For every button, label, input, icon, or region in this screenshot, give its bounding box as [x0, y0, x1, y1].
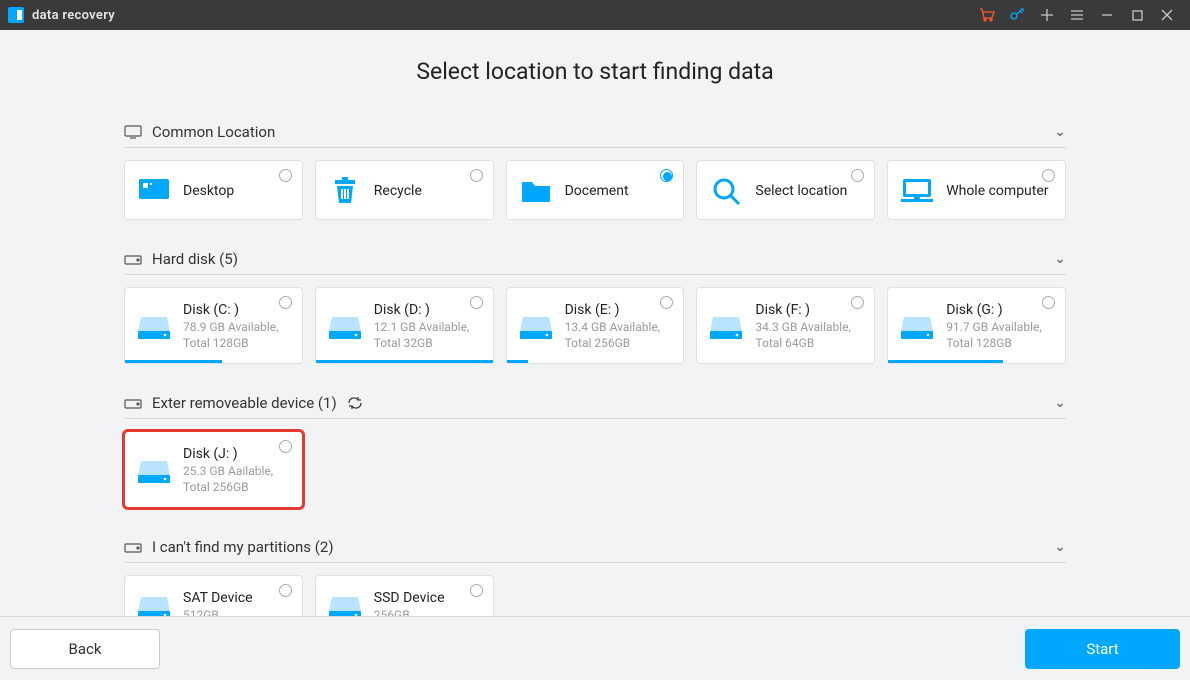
radio-button[interactable]	[470, 169, 483, 182]
radio-button[interactable]	[1042, 169, 1055, 182]
drive-icon	[137, 312, 171, 342]
card-title: Disk (D: )	[374, 302, 481, 318]
disk-card-disk-f[interactable]: Disk (F: ) 34.3 GB Available, Total 64GB	[696, 287, 875, 364]
drive-icon	[137, 592, 171, 616]
location-card-select-loc[interactable]: Select location	[696, 160, 875, 220]
refresh-icon[interactable]	[347, 396, 363, 410]
card-title: Disk (C: )	[183, 302, 290, 318]
start-button[interactable]: Start	[1025, 629, 1180, 669]
cart-icon[interactable]	[972, 0, 1002, 30]
card-subtitle: 256GB	[374, 608, 445, 616]
desktop-icon	[137, 176, 171, 206]
page-title: Select location to start finding data	[124, 58, 1066, 85]
location-card-whole-computer[interactable]: Whole computer	[887, 160, 1066, 220]
disk-card-disk-c[interactable]: Disk (C: ) 78.9 GB Available, Total 128GB	[124, 287, 303, 364]
card-title: Select location	[755, 183, 847, 199]
location-card-document[interactable]: Docement	[506, 160, 685, 220]
card-title: SAT Device	[183, 590, 253, 606]
card-title: Recycle	[374, 183, 422, 199]
section-label: Hard disk (5)	[152, 250, 238, 268]
app-name: data recovery	[32, 8, 115, 23]
plus-icon[interactable]	[1032, 0, 1062, 30]
document-icon	[519, 176, 553, 206]
drive-icon	[124, 396, 142, 410]
card-subtitle: 13.4 GB Available, Total 256GB	[565, 320, 672, 351]
location-card-recycle[interactable]: Recycle	[315, 160, 494, 220]
usage-bar	[316, 360, 493, 363]
usage-bar	[125, 360, 222, 363]
card-subtitle: 78.9 GB Available, Total 128GB	[183, 320, 290, 351]
key-icon[interactable]	[1002, 0, 1032, 30]
usage-bar	[888, 360, 1003, 363]
card-subtitle: 512GB	[183, 608, 253, 616]
card-title: SSD Device	[374, 590, 445, 606]
section-header-removable[interactable]: Exter removeable device (1) ⌄	[124, 384, 1066, 419]
monitor-icon	[124, 125, 142, 139]
chevron-down-icon: ⌄	[1054, 251, 1066, 267]
card-title: Disk (F: )	[755, 302, 862, 318]
radio-button[interactable]	[470, 296, 483, 309]
close-button[interactable]	[1152, 0, 1182, 30]
app-logo	[8, 7, 24, 23]
section-label: I can't find my partitions (2)	[152, 538, 334, 556]
section-label: Exter removeable device (1)	[152, 394, 337, 412]
disk-card-sat-device[interactable]: SAT Device 512GB	[124, 575, 303, 616]
drive-icon	[709, 312, 743, 342]
disk-card-disk-e[interactable]: Disk (E: ) 13.4 GB Available, Total 256GB	[506, 287, 685, 364]
back-button[interactable]: Back	[10, 629, 160, 669]
select-loc-icon	[709, 176, 743, 206]
drive-icon	[328, 312, 362, 342]
section-header-common[interactable]: Common Location ⌄	[124, 113, 1066, 148]
chevron-down-icon: ⌄	[1054, 124, 1066, 140]
radio-button[interactable]	[660, 169, 673, 182]
radio-button[interactable]	[660, 296, 673, 309]
menu-icon[interactable]	[1062, 0, 1092, 30]
card-subtitle: 34.3 GB Available, Total 64GB	[755, 320, 862, 351]
disk-card-disk-d[interactable]: Disk (D: ) 12.1 GB Available, Total 32GB	[315, 287, 494, 364]
minimize-button[interactable]	[1092, 0, 1122, 30]
radio-button[interactable]	[851, 296, 864, 309]
radio-button[interactable]	[279, 296, 292, 309]
card-title: Disk (G: )	[946, 302, 1053, 318]
drive-icon	[328, 592, 362, 616]
whole-computer-icon	[900, 176, 934, 206]
radio-button[interactable]	[470, 584, 483, 597]
chevron-down-icon: ⌄	[1054, 539, 1066, 555]
footer: Back Start	[0, 616, 1190, 680]
section-header-partitions[interactable]: I can't find my partitions (2) ⌄	[124, 528, 1066, 563]
radio-button[interactable]	[851, 169, 864, 182]
drive-icon	[124, 540, 142, 554]
card-title: Docement	[565, 183, 629, 199]
drive-icon	[900, 312, 934, 342]
section-label: Common Location	[152, 123, 275, 141]
card-subtitle: 12.1 GB Available, Total 32GB	[374, 320, 481, 351]
card-title: Disk (E: )	[565, 302, 672, 318]
card-title: Whole computer	[946, 183, 1048, 199]
card-subtitle: 91.7 GB Available, Total 128GB	[946, 320, 1053, 351]
section-header-harddisk[interactable]: Hard disk (5) ⌄	[124, 240, 1066, 275]
card-subtitle: 25.3 GB Aailable, Total 256GB	[183, 464, 290, 495]
maximize-button[interactable]	[1122, 0, 1152, 30]
drive-icon	[137, 456, 171, 486]
card-title: Disk (J: )	[183, 446, 290, 462]
card-title: Desktop	[183, 183, 234, 199]
disk-card-disk-j[interactable]: Disk (J: ) 25.3 GB Aailable, Total 256GB	[124, 431, 303, 508]
drive-icon	[124, 252, 142, 266]
radio-button[interactable]	[279, 440, 292, 453]
location-card-desktop[interactable]: Desktop	[124, 160, 303, 220]
drive-icon	[519, 312, 553, 342]
titlebar: data recovery	[0, 0, 1190, 30]
disk-card-ssd-device[interactable]: SSD Device 256GB	[315, 575, 494, 616]
chevron-down-icon: ⌄	[1054, 395, 1066, 411]
radio-button[interactable]	[279, 584, 292, 597]
disk-card-disk-g[interactable]: Disk (G: ) 91.7 GB Available, Total 128GB	[887, 287, 1066, 364]
recycle-icon	[328, 176, 362, 206]
radio-button[interactable]	[279, 169, 292, 182]
main-content: Select location to start finding data Co…	[0, 30, 1190, 616]
radio-button[interactable]	[1042, 296, 1055, 309]
usage-bar	[507, 360, 528, 363]
